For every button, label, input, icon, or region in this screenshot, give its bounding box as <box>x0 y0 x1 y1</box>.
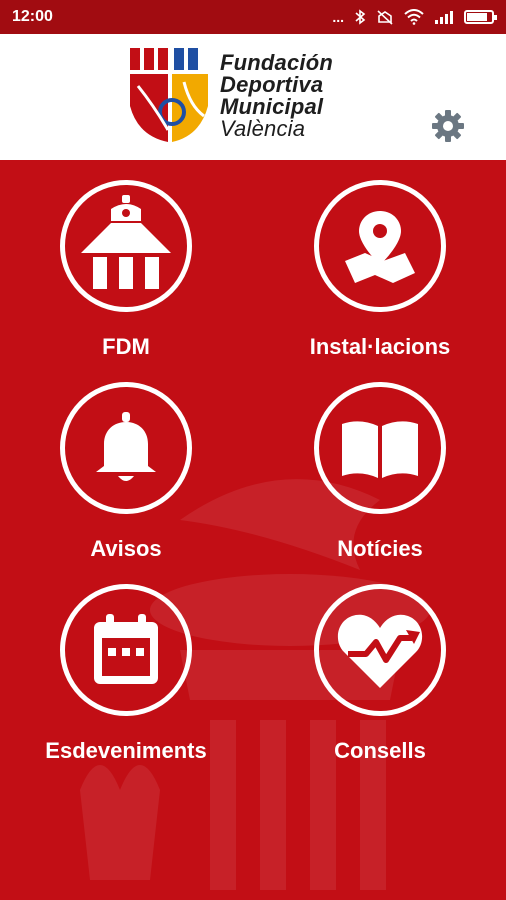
menu-item-noticies[interactable]: Notícies <box>270 382 490 562</box>
menu-label-noticies: Notícies <box>337 536 423 561</box>
fdm-logo-mark <box>130 48 208 142</box>
main-menu: FDM Instal·lacions Avisos Notícies Esdev… <box>0 160 506 900</box>
logo-line-1: Fundación <box>220 50 334 75</box>
menu-item-consells[interactable]: Consells <box>270 584 490 764</box>
logo-line-4: València <box>220 116 306 141</box>
consells-icon-circle <box>314 584 446 716</box>
fdm-logo: Fundación Deportiva Municipal València <box>128 46 333 146</box>
app-header: Fundación Deportiva Municipal València <box>0 34 506 160</box>
logo-wordmark: Fundación Deportiva Municipal València <box>220 52 333 140</box>
menu-item-esdeveniments[interactable]: Esdeveniments <box>16 584 236 764</box>
map-pin-icon <box>345 211 415 283</box>
book-icon <box>342 421 418 478</box>
settings-button[interactable] <box>428 106 468 146</box>
gear-icon <box>432 110 464 142</box>
menu-label-esdeveniments: Esdeveniments <box>45 738 207 763</box>
battery-icon <box>464 10 497 24</box>
bluetooth-icon <box>355 9 366 25</box>
mute-icon <box>377 10 393 25</box>
menu-label-avisos: Avisos <box>90 536 162 561</box>
logo-line-3: Municipal <box>220 94 324 119</box>
building-icon <box>81 195 171 289</box>
menu-label-consells: Consells <box>334 738 426 763</box>
esdeveniments-icon-circle <box>60 584 192 716</box>
logo-line-2: Deportiva <box>220 72 324 97</box>
fdm-icon-circle <box>60 180 192 312</box>
menu-label-installacions: Instal·lacions <box>309 334 451 359</box>
calendar-icon <box>94 614 158 684</box>
menu-label-fdm: FDM <box>102 334 150 359</box>
status-bar: 12:00 ... <box>0 0 506 34</box>
installacions-icon-circle <box>314 180 446 312</box>
signal-icon <box>435 11 453 24</box>
avisos-icon-circle <box>60 382 192 514</box>
menu-item-avisos[interactable]: Avisos <box>16 382 236 562</box>
wifi-icon <box>404 9 424 25</box>
noticies-icon-circle <box>314 382 446 514</box>
status-icons: ... <box>332 9 497 25</box>
menu-item-installacions[interactable]: Instal·lacions <box>270 180 490 360</box>
menu-item-fdm[interactable]: FDM <box>16 180 236 360</box>
status-time: 12:00 <box>12 8 53 25</box>
bell-icon <box>96 412 156 481</box>
heart-rate-icon <box>337 614 423 688</box>
notification-dots: ... <box>332 9 344 25</box>
